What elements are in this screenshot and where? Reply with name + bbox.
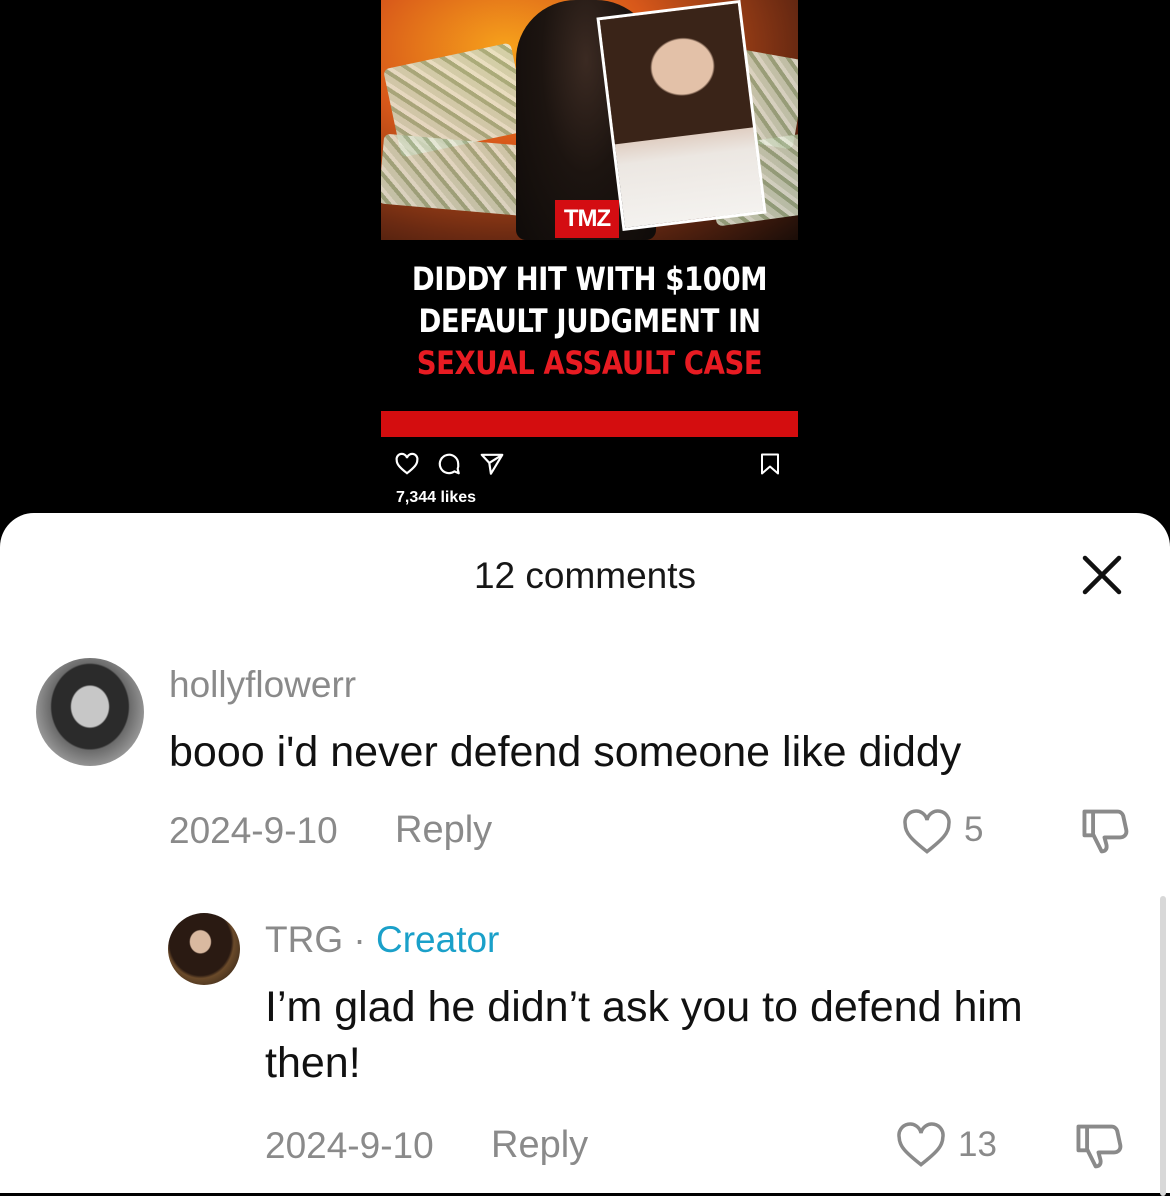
share-icon[interactable]	[479, 451, 505, 477]
comments-sheet: 12 comments hollyflowerr booo i'd never …	[0, 513, 1170, 1196]
reply-button[interactable]: Reply	[491, 1124, 588, 1167]
heart-icon[interactable]	[394, 451, 420, 477]
comment-username[interactable]: TRG	[265, 919, 343, 960]
creator-photo	[596, 0, 767, 232]
headline-line: DEFAULT JUDGMENT IN	[418, 302, 761, 340]
comment-username[interactable]: hollyflowerr	[169, 664, 356, 706]
likes-count: 7,344 likes	[396, 489, 477, 506]
scrollbar[interactable]	[1160, 896, 1166, 1196]
bookmark-icon[interactable]	[758, 451, 782, 477]
dislike-icon[interactable]	[1078, 805, 1134, 857]
comment-username-row: TRG · Creator	[265, 919, 499, 961]
comment-text: I’m glad he didn’t ask you to defend him…	[265, 979, 1023, 1091]
headline-line: DIDDY HIT WITH $100M	[411, 260, 768, 298]
heart-icon[interactable]	[900, 808, 954, 856]
dislike-icon[interactable]	[1072, 1120, 1128, 1172]
heart-icon[interactable]	[894, 1121, 948, 1169]
reply-button[interactable]: Reply	[395, 809, 492, 852]
money-graphic	[381, 133, 534, 217]
tmz-logo: TMZ	[555, 200, 619, 238]
comment-text-line: I’m glad he didn’t ask you to defend him	[265, 983, 1023, 1031]
separator: ·	[343, 919, 376, 960]
comment-icon[interactable]	[436, 451, 462, 477]
comment-text: booo i'd never defend someone like diddy	[169, 728, 962, 776]
creator-badge: Creator	[376, 919, 500, 960]
comments-title: 12 comments	[473, 555, 697, 596]
red-bar	[381, 411, 798, 437]
headline-line-red: SEXUAL ASSAULT CASE	[416, 344, 763, 382]
post-actions	[381, 447, 798, 483]
comment-date: 2024-9-10	[265, 1125, 434, 1166]
post-area: TMZ DIDDY HIT WITH $100M DEFAULT JUDGMEN…	[0, 0, 1170, 530]
avatar[interactable]	[168, 913, 240, 985]
like-count: 5	[964, 810, 984, 849]
post-headline: DIDDY HIT WITH $100M DEFAULT JUDGMENT IN…	[410, 258, 769, 384]
like-count: 13	[958, 1125, 997, 1164]
avatar[interactable]	[36, 658, 144, 766]
close-icon	[1082, 555, 1122, 595]
comment-date: 2024-9-10	[169, 810, 338, 851]
close-button[interactable]	[1078, 551, 1126, 599]
comment-text-line: then!	[265, 1039, 361, 1087]
